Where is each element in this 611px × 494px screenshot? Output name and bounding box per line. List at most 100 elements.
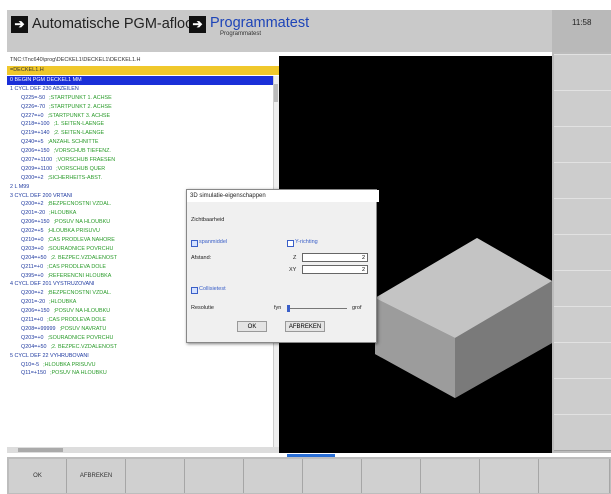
line-number: 5 <box>10 352 13 359</box>
z-label: Z <box>293 255 297 261</box>
parameter-value: Q204=+50 <box>21 343 47 350</box>
side-softkey[interactable] <box>554 54 611 91</box>
program-line[interactable]: 0 BEGIN PGM DECKEL1 MM <box>7 76 273 85</box>
program-line[interactable]: Q240=+5 ;ANZAHL SCHNITTE <box>7 138 273 147</box>
ok-button[interactable]: OK <box>237 321 267 332</box>
file-tab[interactable]: =DECKEL1.H <box>7 66 279 75</box>
clock-time: 11:58 <box>572 18 592 27</box>
z-distance-input[interactable]: 2 <box>302 253 368 262</box>
line-number: 3 <box>10 192 13 199</box>
parameter-value: Q203=+0 <box>21 334 44 341</box>
tnc-screen: ➔ Automatische PGM-afloop ➔ Programmates… <box>0 0 611 494</box>
parameter-value: Q225=-50 <box>21 94 46 101</box>
parameter-comment: ;CAS PRODLEVA DOLE <box>47 263 107 270</box>
parameter-comment: ;HLOUBKA PRISUVU <box>47 228 100 235</box>
side-softkey[interactable] <box>554 126 611 163</box>
softkey-3[interactable] <box>126 459 185 493</box>
parameter-value: Q202=+5 <box>21 228 44 235</box>
softkey-ok[interactable]: OK <box>9 459 67 493</box>
side-softkey[interactable] <box>554 306 611 343</box>
softkey-cancel[interactable]: AFBREKEN <box>67 459 126 493</box>
side-softkey[interactable] <box>554 162 611 199</box>
parameter-comment: ;STARTPUNKT 1. ACHSE <box>49 94 112 101</box>
line-number: 0 <box>10 77 13 83</box>
parameter-value: Q226=-70 <box>21 103 46 110</box>
vertical-scroll-thumb[interactable] <box>274 84 278 102</box>
fine-label: fyn <box>274 305 282 311</box>
softkey-7[interactable] <box>362 459 421 493</box>
play-arrow-icon: ➔ <box>11 16 28 33</box>
program-line[interactable]: Q204=+50 ;2. BEZPEC.VZDALENOST <box>7 343 273 352</box>
parameter-value: Q11=+150 <box>21 370 47 377</box>
side-softkey[interactable] <box>554 414 611 451</box>
distance-label: Afstand: <box>191 255 212 261</box>
sim-properties-dialog: 3D simulatie-eigenschappen Zichtbaarheid… <box>186 189 379 343</box>
parameter-value: Q218=+100 <box>21 121 50 128</box>
program-path: TNC:\Tnc640\prog\DECKEL1\DECKEL1\DECKEL1… <box>7 56 282 65</box>
line-number: 4 <box>10 281 13 288</box>
parameter-comment: ;HLOUBKA <box>49 210 77 217</box>
cancel-button[interactable]: AFBREKEN <box>285 321 325 332</box>
parameter-value: Q201=-20 <box>21 299 46 306</box>
yrichting-checkbox[interactable] <box>287 240 294 247</box>
clamping-checkbox[interactable] <box>191 240 198 247</box>
side-softkey[interactable] <box>554 342 611 379</box>
parameter-comment: ;1. SEITEN-LAENGE <box>53 121 105 128</box>
program-group[interactable]: ➔ Programmatest Programmatest <box>189 14 309 37</box>
softkey-10[interactable] <box>539 459 610 493</box>
resolution-slider[interactable] <box>287 308 347 309</box>
program-line[interactable]: Q207=+1100 ;VORSCHUB FRAESEN <box>7 156 273 165</box>
header-bar: ➔ Automatische PGM-afloop ➔ Programmates… <box>7 10 552 52</box>
side-softkey[interactable] <box>554 378 611 415</box>
program-line[interactable]: Q226=-70 ;STARTPUNKT 2. ACHSE <box>7 103 273 112</box>
clamping-label: spanmiddel <box>199 239 228 245</box>
parameter-value: Q209=+1100 <box>21 165 53 172</box>
parameter-value: Q211=+0 <box>21 263 44 270</box>
side-softkey[interactable] <box>554 90 611 127</box>
parameter-value: Q211=+0 <box>21 317 44 324</box>
parameter-comment: ;2. BEZPEC.VZDALENOST <box>50 343 117 350</box>
parameter-value: Q219=+140 <box>21 130 50 137</box>
mode-title: Automatische PGM-afloop <box>32 16 202 32</box>
mode-group[interactable]: ➔ Automatische PGM-afloop <box>11 14 201 34</box>
side-softkey[interactable] <box>554 270 611 307</box>
program-line[interactable]: Q227=+0 ;STARTPUNKT 3. ACHSE <box>7 112 273 121</box>
parameter-value: Q208=+99999 <box>21 325 56 332</box>
coarse-label: grof <box>352 305 362 311</box>
parameter-value: Q395=+0 <box>21 272 44 279</box>
parameter-comment: ;POSUV NAVRATU <box>59 325 107 332</box>
parameter-comment: ;REFERENCNI HLOUBKA <box>47 272 112 279</box>
program-line[interactable]: Q10=-5 ;HLOUBKA PRISUVU <box>7 361 273 370</box>
side-softkey[interactable] <box>554 198 611 235</box>
parameter-value: Q227=+0 <box>21 112 44 119</box>
horizontal-scroll-thumb[interactable] <box>18 448 63 452</box>
program-line[interactable]: 5 CYCL DEF 22 VYHRUBOVANI <box>7 352 273 361</box>
line-command: CYCL DEF 230 ABZEILEN <box>14 85 79 92</box>
parameter-comment: ;POSUV NA HLOUBKU <box>53 219 111 226</box>
parameter-value: Q203=+0 <box>21 245 44 252</box>
play-arrow-icon: ➔ <box>189 16 206 33</box>
xy-distance-input[interactable]: 2 <box>302 265 368 274</box>
vertical-softkey-bar <box>552 52 611 453</box>
program-line[interactable]: Q225=-50 ;STARTPUNKT 1. ACHSE <box>7 94 273 103</box>
softkey-5[interactable] <box>244 459 303 493</box>
program-line[interactable]: Q206=+150 ;VORSCHUB TIEFENZ. <box>7 147 273 156</box>
program-line[interactable]: Q200=+2 ;SICHERHEITS-ABST. <box>7 174 273 183</box>
program-line[interactable]: Q209=+1100 ;VORSCHUB QUER <box>7 165 273 174</box>
softkey-4[interactable] <box>185 459 244 493</box>
parameter-comment: ;STARTPUNKT 3. ACHSE <box>47 112 111 119</box>
resolution-slider-handle[interactable] <box>287 305 290 312</box>
parameter-comment: ;SICHERHEITS-ABST. <box>47 174 102 181</box>
collision-checkbox[interactable] <box>191 287 198 294</box>
program-line[interactable]: 1 CYCL DEF 230 ABZEILEN <box>7 85 273 94</box>
program-line[interactable]: Q218=+100 ;1. SEITEN-LAENGE <box>7 120 273 129</box>
program-line[interactable]: Q11=+150 ;POSUV NA HLOUBKU <box>7 369 273 378</box>
parameter-comment: ;2. SEITEN-LAENGE <box>53 130 105 137</box>
softkey-9[interactable] <box>480 459 539 493</box>
softkey-8[interactable] <box>421 459 480 493</box>
parameter-comment: ;CAS PRODLEVA NAHORE <box>47 237 115 244</box>
program-line[interactable]: Q219=+140 ;2. SEITEN-LAENGE <box>7 129 273 138</box>
side-softkey[interactable] <box>554 234 611 271</box>
softkey-6[interactable] <box>303 459 362 493</box>
parameter-comment: ;POSUV NA HLOUBKU <box>50 370 107 377</box>
